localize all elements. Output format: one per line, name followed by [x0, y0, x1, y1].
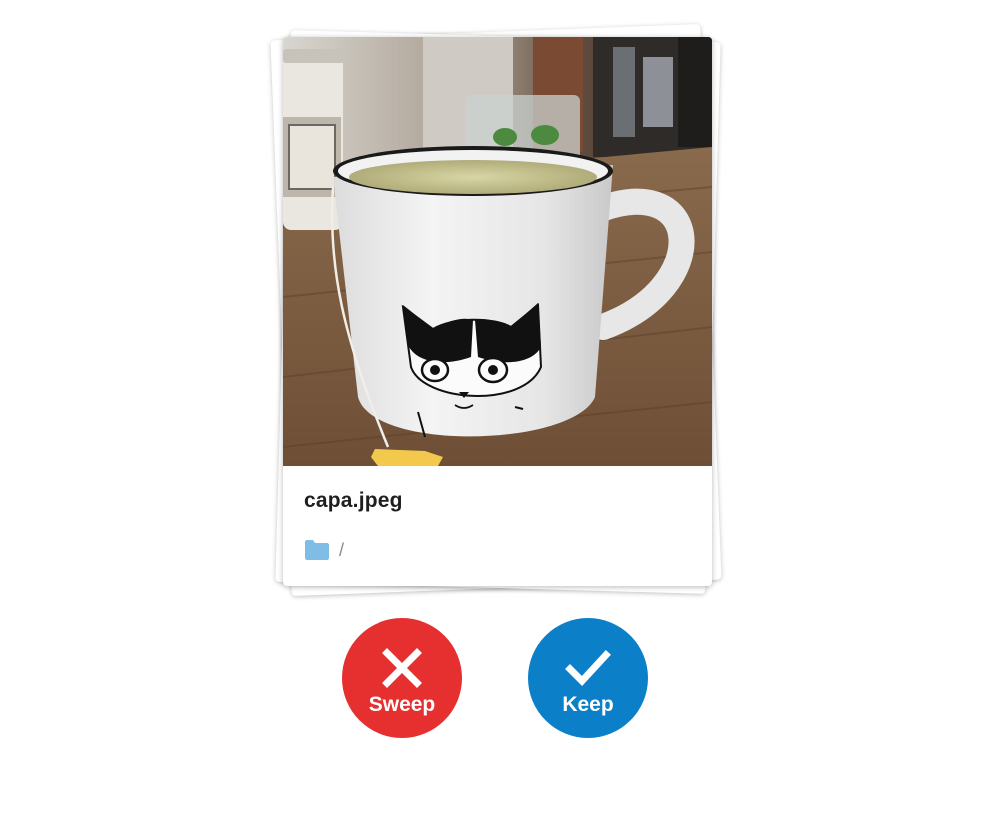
file-name: capa.jpeg: [304, 489, 403, 512]
photo-thumbnail: [283, 37, 712, 466]
sweep-label: Sweep: [368, 693, 436, 716]
close-icon: [382, 648, 422, 688]
sweep-button[interactable]: Sweep: [342, 618, 462, 738]
keep-button[interactable]: Keep: [528, 618, 648, 738]
path-text: /: [339, 539, 345, 560]
file-path: /: [304, 537, 344, 563]
keep-label: Keep: [562, 693, 614, 716]
check-icon: [565, 650, 611, 687]
folder-icon: [305, 540, 329, 560]
photo-card[interactable]: capa.jpeg /: [283, 37, 712, 586]
review-stage: capa.jpeg / Sweep Keep: [0, 0, 993, 835]
